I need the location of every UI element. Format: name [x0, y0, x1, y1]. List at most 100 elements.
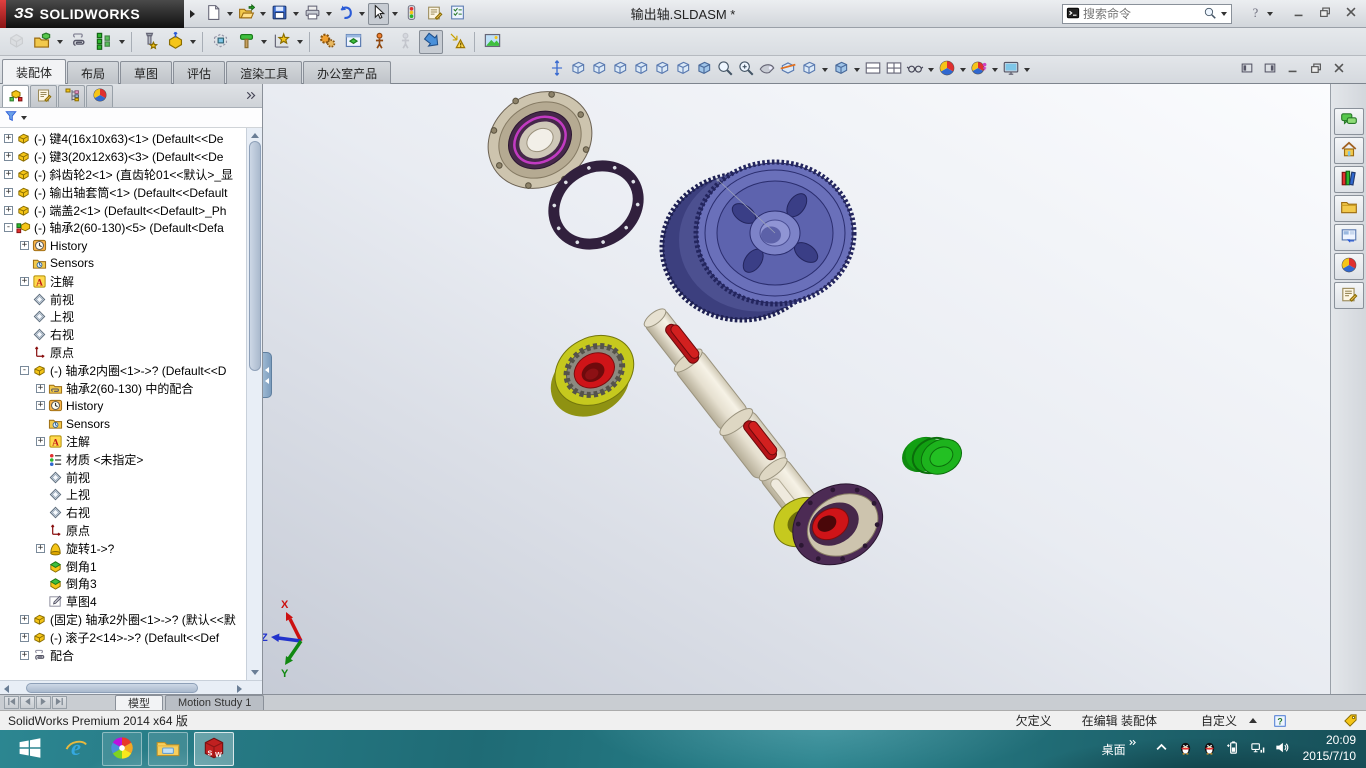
close-window-button[interactable]	[1344, 5, 1358, 22]
restore-window-button[interactable]	[1318, 5, 1332, 22]
new-motion-study-button[interactable]	[315, 30, 339, 54]
reference-geometry-button[interactable]	[270, 30, 294, 54]
expand-toggle[interactable]: -	[4, 223, 13, 233]
zoom-to-area-button[interactable]	[737, 59, 755, 80]
desktop-label[interactable]: 桌面	[1102, 741, 1126, 758]
help-button[interactable]: ?	[1248, 5, 1274, 23]
tab-草图[interactable]: 草图	[120, 61, 173, 84]
expand-toggle[interactable]: +	[36, 401, 45, 411]
expand-toggle[interactable]: +	[36, 383, 45, 393]
view-settings-button[interactable]	[1002, 59, 1020, 80]
tree-item[interactable]: 右视	[0, 326, 246, 344]
expand-toggle[interactable]: -	[20, 365, 29, 375]
chevron-right-icon[interactable]	[1128, 736, 1137, 750]
dropdown-arrow-icon[interactable]	[57, 39, 63, 44]
expand-toggle[interactable]: +	[20, 241, 29, 251]
dropdown-arrow-icon[interactable]	[119, 39, 125, 44]
viewport-grid-button[interactable]	[885, 59, 903, 80]
rotate-view-button[interactable]	[758, 59, 776, 80]
expand-toggle[interactable]: +	[20, 276, 29, 286]
tab-模型[interactable]: 模型	[115, 695, 163, 710]
tree-item[interactable]: + (-) 端盖2<1> (Default<<Default>_Ph	[0, 201, 246, 219]
go-to-start-button[interactable]	[4, 696, 19, 709]
tree-item[interactable]: 倒角1	[0, 557, 246, 575]
panel-expand-icon[interactable]	[244, 89, 257, 105]
menu-expand-icon[interactable]	[190, 9, 195, 18]
linear-component-pattern-button[interactable]	[92, 30, 116, 54]
internet-explorer-button[interactable]: e	[56, 732, 96, 766]
tree-item[interactable]: + (-) 滚子2<14>->? (Default<<Def	[0, 628, 246, 646]
custom-properties-button[interactable]	[1333, 282, 1364, 309]
displaymanager-tab[interactable]	[86, 85, 113, 107]
tree-item[interactable]: + History	[0, 237, 246, 255]
tree-item[interactable]: Sensors	[0, 255, 246, 273]
network-button[interactable]	[1250, 740, 1265, 758]
dropdown-arrow-icon[interactable]	[261, 39, 267, 44]
dropdown-arrow-icon[interactable]	[392, 11, 398, 16]
dropdown-arrow-icon[interactable]	[359, 11, 365, 16]
expand-toggle[interactable]: +	[4, 152, 13, 162]
apply-scene-button[interactable]	[970, 59, 988, 80]
tag-icon[interactable]	[1343, 713, 1358, 728]
solidworks-forum-button[interactable]	[1333, 108, 1364, 135]
tab-评估[interactable]: 评估	[173, 61, 226, 84]
command-search-input[interactable]	[1083, 7, 1200, 21]
viewport-single-button[interactable]	[864, 59, 882, 80]
fil ter-icon[interactable]	[4, 109, 18, 126]
command-search[interactable]	[1062, 4, 1232, 24]
expand-toggle[interactable]: +	[36, 436, 45, 446]
insert-component-open-button[interactable]	[30, 30, 54, 54]
zoom-fit-vertical-button[interactable]	[548, 59, 566, 80]
tree-horizontal-scrollbar[interactable]	[0, 680, 262, 694]
dropdown-arrow-icon[interactable]	[297, 39, 303, 44]
tree-item[interactable]: + (-) 键3(20x12x63)<3> (Default<<De	[0, 148, 246, 166]
component-preview-button[interactable]	[393, 30, 417, 54]
exploded-view-button[interactable]	[419, 29, 443, 54]
scroll-left-icon[interactable]	[4, 685, 9, 693]
dropdown-arrow-icon[interactable]	[928, 67, 934, 72]
restore-document-button[interactable]	[1309, 61, 1323, 78]
print-button[interactable]	[302, 3, 323, 25]
view-cube-3-button[interactable]	[611, 59, 629, 80]
tree-item[interactable]: + 轴承2(60-130) 中的配合	[0, 379, 246, 397]
propertymanager-tab[interactable]	[30, 85, 57, 107]
browser-360-button[interactable]	[102, 732, 142, 766]
tree-item[interactable]: + 旋转1->?	[0, 539, 246, 557]
move-component-button[interactable]	[163, 30, 187, 54]
view-cube-iso-button[interactable]	[695, 59, 713, 80]
tree-item[interactable]: 前视	[0, 468, 246, 486]
assembly-features-button[interactable]	[234, 30, 258, 54]
tree-item[interactable]: + (-) 斜齿轮2<1> (直齿轮01<<默认>_显	[0, 166, 246, 184]
dropdown-arrow-icon[interactable]	[326, 11, 332, 16]
tree-item[interactable]: 右视	[0, 504, 246, 522]
tree-item[interactable]: + 配合	[0, 646, 246, 664]
tab-装配体[interactable]: 装配体	[2, 59, 67, 84]
tab-渲染工具[interactable]: 渲染工具	[226, 61, 303, 84]
expand-toggle[interactable]: +	[4, 134, 13, 144]
minimize-document-button[interactable]	[1286, 61, 1300, 78]
expand-toggle[interactable]: +	[20, 650, 29, 660]
tree-item[interactable]: 原点	[0, 522, 246, 540]
dropdown-arrow-icon[interactable]	[227, 11, 233, 16]
view-palette-button[interactable]	[1333, 224, 1364, 251]
solidworks-resources-button[interactable]	[1333, 137, 1364, 164]
design-checker-button[interactable]	[447, 3, 468, 25]
exploded-view-scene[interactable]: X Z Y	[263, 84, 1330, 694]
expand-up-icon[interactable]	[1249, 718, 1257, 723]
graphics-area[interactable]: X Z Y	[263, 84, 1330, 694]
tree-item[interactable]: - (-) 轴承2内圈<1>->? (Default<<D	[0, 361, 246, 379]
tree-item[interactable]: + A 注解	[0, 272, 246, 290]
edit-appearance-button[interactable]	[938, 59, 956, 80]
expand-toggle[interactable]: +	[4, 169, 13, 179]
expand-toggle[interactable]: +	[4, 187, 13, 197]
smart-fasteners-button[interactable]	[137, 30, 161, 54]
tree-vertical-scrollbar[interactable]	[246, 128, 262, 680]
bill-of-materials-button[interactable]	[341, 30, 365, 54]
configurationmanager-tab[interactable]	[58, 85, 85, 107]
dropdown-arrow-icon[interactable]	[1024, 67, 1030, 72]
dropdown-arrow-icon[interactable]	[1221, 12, 1227, 16]
section-view-button[interactable]	[779, 59, 797, 80]
minimize-window-button[interactable]	[1292, 5, 1306, 22]
mate-button[interactable]	[66, 30, 90, 54]
tree-item[interactable]: 材质 <未指定>	[0, 450, 246, 468]
